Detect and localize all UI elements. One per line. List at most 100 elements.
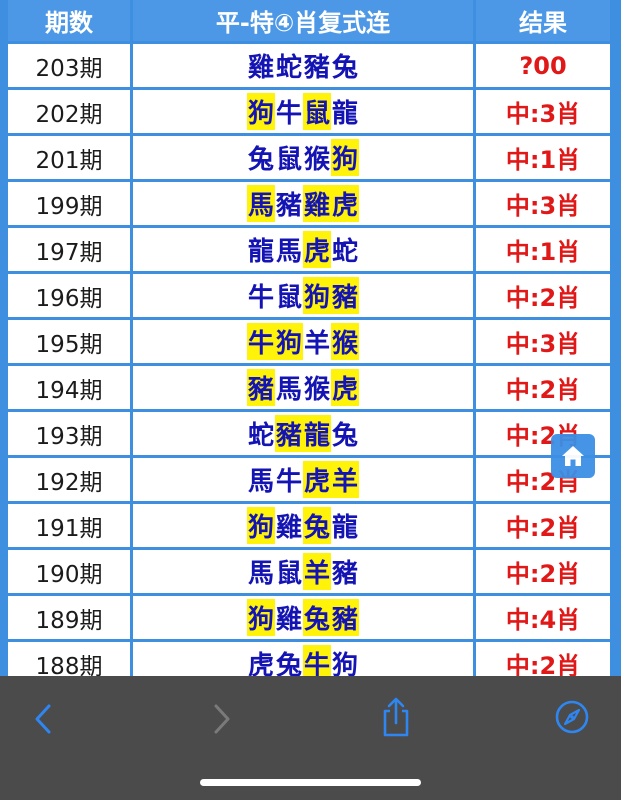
- zodiac-char: 龍: [332, 99, 359, 129]
- zodiac-char: 馬: [247, 467, 274, 497]
- result-cell: 中:1肖: [476, 136, 610, 179]
- home-button[interactable]: [551, 434, 595, 478]
- zodiac-combo-cell: 馬牛虎羊: [133, 458, 473, 501]
- zodiac-char: 雞: [247, 53, 274, 83]
- issue-cell: 203期: [8, 44, 130, 87]
- zodiac-char: 雞: [275, 605, 302, 635]
- zodiac-char-highlighted: 狗: [303, 277, 332, 314]
- zodiac-char-highlighted: 虎: [303, 461, 332, 498]
- result-cell: ?00: [476, 44, 610, 87]
- issue-cell: 196期: [8, 274, 130, 317]
- zodiac-char-highlighted: 虎: [331, 369, 360, 406]
- issue-cell: 193期: [8, 412, 130, 455]
- zodiac-char: 兔: [332, 53, 359, 83]
- zodiac-combo-cell: 牛狗羊猴: [133, 320, 473, 363]
- results-table: 期数 平-特④肖复式连 结果 203期 雞蛇豬兔 ?00 202期 狗牛鼠龍 中:3肖 20…: [8, 0, 610, 688]
- home-icon: [562, 446, 584, 466]
- table-row: 195期 牛狗羊猴 中:3肖: [8, 320, 610, 363]
- table-row: 199期 馬豬雞虎 中:3肖: [8, 182, 610, 225]
- zodiac-char: 馬: [275, 375, 302, 405]
- zodiac-char: 龍: [247, 237, 274, 267]
- issue-cell: 201期: [8, 136, 130, 179]
- result-cell: 中:3肖: [476, 182, 610, 225]
- zodiac-char: 豬: [332, 559, 359, 589]
- result-cell: 中:2肖: [476, 366, 610, 409]
- zodiac-combo-cell: 豬馬猴虎: [133, 366, 473, 409]
- zodiac-char-highlighted: 猴: [331, 323, 360, 360]
- zodiac-char: 蛇: [247, 421, 274, 451]
- compass-icon[interactable]: [554, 699, 590, 735]
- issue-cell: 202期: [8, 90, 130, 133]
- table-row: 192期 馬牛虎羊 中:2肖: [8, 458, 610, 501]
- zodiac-combo-cell: 馬豬雞虎: [133, 182, 473, 225]
- zodiac-char-highlighted: 馬: [246, 185, 275, 222]
- header-zodiac-combo: 平-特④肖复式连: [133, 0, 473, 41]
- home-indicator: [200, 779, 421, 786]
- zodiac-char-highlighted: 豬: [331, 277, 360, 314]
- table-body: 203期 雞蛇豬兔 ?00 202期 狗牛鼠龍 中:3肖 201期 兔鼠猴狗 中:1肖 199期馬…: [8, 44, 610, 685]
- issue-cell: 199期: [8, 182, 130, 225]
- zodiac-char-highlighted: 雞: [303, 185, 332, 222]
- zodiac-char-highlighted: 兔: [303, 599, 332, 636]
- zodiac-char: 牛: [275, 467, 302, 497]
- zodiac-char: 鼠: [275, 145, 302, 175]
- zodiac-char-highlighted: 狗: [331, 139, 360, 176]
- zodiac-char-highlighted: 羊: [331, 461, 360, 498]
- result-cell: 中:2肖: [476, 504, 610, 547]
- zodiac-char-highlighted: 豬: [331, 599, 360, 636]
- result-cell: 中:2肖: [476, 550, 610, 593]
- zodiac-char: 鼠: [275, 283, 302, 313]
- result-cell: 中:1肖: [476, 228, 610, 271]
- zodiac-char: 馬: [247, 559, 274, 589]
- results-table-container: 期数 平-特④肖复式连 结果 203期 雞蛇豬兔 ?00 202期 狗牛鼠龍 中:3肖 20…: [8, 0, 610, 700]
- zodiac-combo-cell: 雞蛇豬兔: [133, 44, 473, 87]
- zodiac-combo-cell: 蛇豬龍兔: [133, 412, 473, 455]
- zodiac-char-highlighted: 龍: [303, 415, 332, 452]
- issue-cell: 197期: [8, 228, 130, 271]
- zodiac-char: 羊: [304, 329, 331, 359]
- zodiac-char-highlighted: 狗: [246, 93, 275, 130]
- zodiac-combo-cell: 狗雞兔豬: [133, 596, 473, 639]
- zodiac-char-highlighted: 狗: [246, 599, 275, 636]
- table-row: 203期 雞蛇豬兔 ?00: [8, 44, 610, 87]
- table-row: 196期 牛鼠狗豬 中:2肖: [8, 274, 610, 317]
- header-issue: 期数: [8, 0, 130, 41]
- zodiac-char-highlighted: 豬: [274, 415, 303, 452]
- zodiac-char-highlighted: 虎: [303, 231, 332, 268]
- header-result: 结果: [476, 0, 610, 41]
- zodiac-char-highlighted: 牛: [246, 323, 275, 360]
- result-cell: 中:3肖: [476, 320, 610, 363]
- table-row: 194期 豬馬猴虎 中:2肖: [8, 366, 610, 409]
- issue-cell: 190期: [8, 550, 130, 593]
- share-icon[interactable]: [380, 696, 412, 738]
- table-row: 201期 兔鼠猴狗 中:1肖: [8, 136, 610, 179]
- zodiac-combo-cell: 龍馬虎蛇: [133, 228, 473, 271]
- issue-cell: 192期: [8, 458, 130, 501]
- table-row: 189期 狗雞兔豬 中:4肖: [8, 596, 610, 639]
- issue-cell: 191期: [8, 504, 130, 547]
- zodiac-char: 馬: [275, 237, 302, 267]
- zodiac-char-highlighted: 鼠: [303, 93, 332, 130]
- zodiac-combo-cell: 狗雞兔龍: [133, 504, 473, 547]
- zodiac-char-highlighted: 虎: [331, 185, 360, 222]
- zodiac-combo-cell: 牛鼠狗豬: [133, 274, 473, 317]
- zodiac-char-highlighted: 狗: [274, 323, 303, 360]
- issue-cell: 194期: [8, 366, 130, 409]
- result-cell: 中:4肖: [476, 596, 610, 639]
- zodiac-combo-cell: 馬鼠羊豬: [133, 550, 473, 593]
- zodiac-char: 兔: [247, 145, 274, 175]
- chevron-left-icon[interactable]: [32, 703, 54, 735]
- zodiac-char: 蛇: [332, 237, 359, 267]
- zodiac-char: 豬: [304, 53, 331, 83]
- zodiac-char: 牛: [247, 283, 274, 313]
- zodiac-char: 雞: [275, 513, 302, 543]
- zodiac-char: 蛇: [275, 53, 302, 83]
- issue-cell: 189期: [8, 596, 130, 639]
- zodiac-char-highlighted: 豬: [246, 369, 275, 406]
- table-row: 193期 蛇豬龍兔 中:2肖: [8, 412, 610, 455]
- result-cell: 中:2肖: [476, 274, 610, 317]
- zodiac-char: 龍: [332, 513, 359, 543]
- issue-cell: 195期: [8, 320, 130, 363]
- zodiac-char: 兔: [332, 421, 359, 451]
- chevron-right-icon[interactable]: [211, 703, 233, 735]
